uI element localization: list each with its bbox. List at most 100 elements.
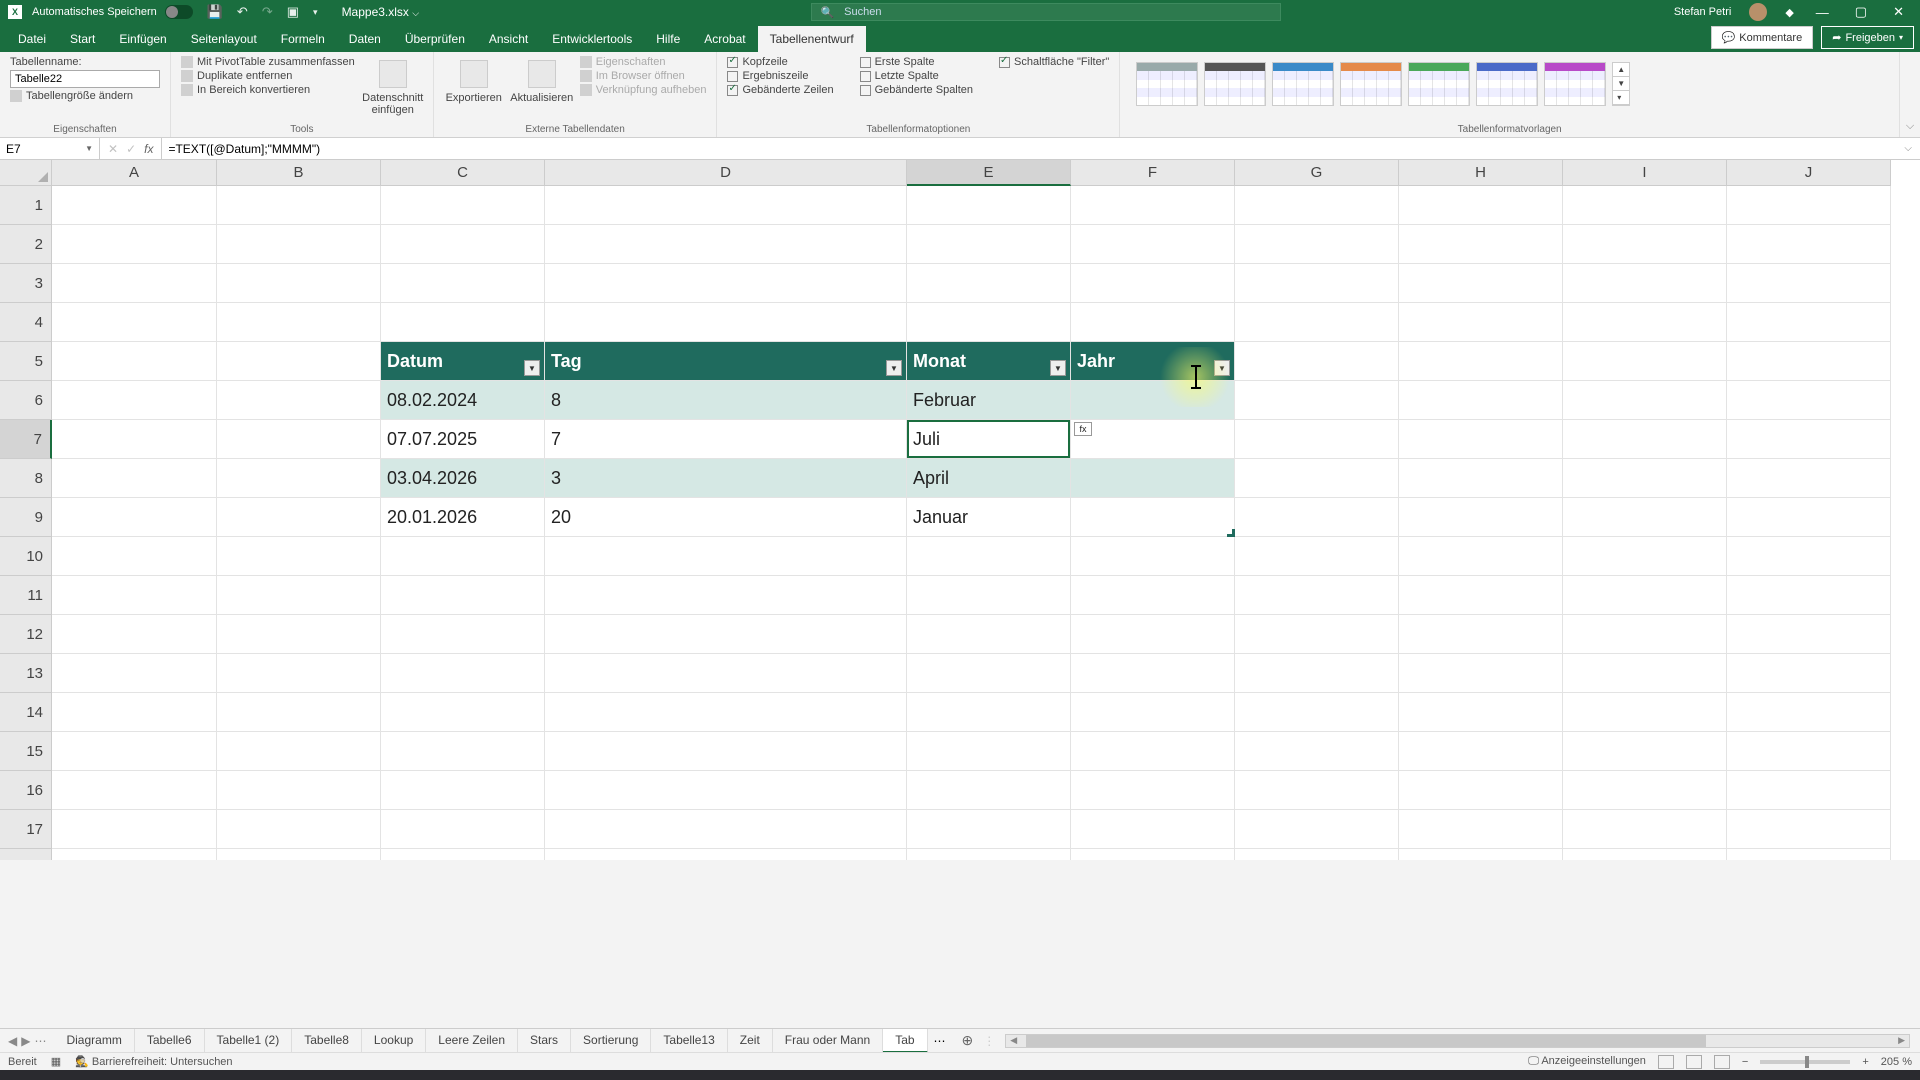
cell[interactable] — [1727, 771, 1891, 810]
ribbon-tab-entwicklertools[interactable]: Entwicklertools — [540, 26, 644, 52]
cell[interactable] — [907, 654, 1071, 693]
cell[interactable] — [1071, 225, 1235, 264]
cell[interactable] — [1727, 537, 1891, 576]
cell[interactable] — [1727, 849, 1891, 860]
cell[interactable] — [1399, 537, 1563, 576]
row-header[interactable]: 5 — [0, 342, 52, 381]
cell[interactable] — [1563, 576, 1727, 615]
cell[interactable] — [1071, 654, 1235, 693]
cell[interactable] — [1071, 186, 1235, 225]
scrollbar-thumb[interactable] — [1026, 1035, 1706, 1047]
cell[interactable] — [52, 498, 217, 537]
username-label[interactable]: Stefan Petri — [1674, 6, 1731, 18]
cell[interactable] — [1399, 615, 1563, 654]
row-header[interactable]: 2 — [0, 225, 52, 264]
cell[interactable]: April — [907, 459, 1071, 498]
cell[interactable] — [907, 264, 1071, 303]
cell[interactable] — [1563, 342, 1727, 381]
ribbon-tab-ansicht[interactable]: Ansicht — [477, 26, 540, 52]
sheet-tab[interactable]: Tabelle8 — [292, 1029, 362, 1053]
cell[interactable] — [381, 576, 545, 615]
table-styles-gallery[interactable]: ▲▼▾ — [1130, 56, 1636, 112]
cell[interactable] — [217, 303, 381, 342]
sheet-tab[interactable]: Sortierung — [571, 1029, 651, 1053]
first-col-check[interactable]: Erste Spalte — [860, 56, 973, 68]
cell[interactable] — [52, 420, 217, 459]
table-style-swatch[interactable] — [1476, 62, 1538, 106]
cell[interactable] — [1071, 615, 1235, 654]
cell[interactable] — [907, 186, 1071, 225]
cell[interactable] — [1235, 459, 1399, 498]
cell[interactable] — [217, 693, 381, 732]
sheet-tab[interactable]: Tabelle1 (2) — [205, 1029, 293, 1053]
row-header[interactable]: 17 — [0, 810, 52, 849]
cell[interactable] — [217, 654, 381, 693]
collapse-ribbon-button[interactable]: ⌵ — [1900, 52, 1920, 137]
cell[interactable] — [1563, 459, 1727, 498]
sheet-more-icon[interactable]: ⋯ — [928, 1034, 952, 1048]
display-settings-button[interactable]: 🖵 Anzeigeeinstellungen — [1528, 1055, 1646, 1068]
select-all-corner[interactable] — [0, 160, 52, 186]
cell[interactable]: 8 — [545, 381, 907, 420]
cell[interactable] — [1399, 576, 1563, 615]
filename-label[interactable]: Mappe3.xlsx ⌵ — [342, 5, 420, 19]
enter-formula-icon[interactable]: ✓ — [126, 142, 136, 156]
cell[interactable] — [1727, 381, 1891, 420]
cell[interactable]: Monat▼ — [907, 342, 1071, 381]
ribbon-tab-tabellenentwurf[interactable]: Tabellenentwurf — [758, 26, 866, 52]
cell[interactable] — [1071, 810, 1235, 849]
cell[interactable] — [52, 771, 217, 810]
row-header[interactable]: 16 — [0, 771, 52, 810]
cell[interactable] — [52, 303, 217, 342]
cell[interactable] — [1563, 615, 1727, 654]
cell[interactable] — [1235, 576, 1399, 615]
accessibility-status[interactable]: 🕵 Barrierefreiheit: Untersuchen — [75, 1055, 232, 1068]
cell[interactable] — [907, 732, 1071, 771]
sheet-tab[interactable]: Zeit — [728, 1029, 773, 1053]
page-layout-view-button[interactable] — [1686, 1055, 1702, 1069]
cell[interactable] — [1563, 771, 1727, 810]
cell[interactable] — [907, 576, 1071, 615]
cell[interactable] — [1727, 615, 1891, 654]
cell[interactable] — [1727, 420, 1891, 459]
cell[interactable] — [1071, 420, 1235, 459]
cell[interactable] — [52, 693, 217, 732]
comments-button[interactable]: 💬 Kommentare — [1711, 26, 1814, 49]
cell[interactable] — [1235, 303, 1399, 342]
normal-view-button[interactable] — [1658, 1055, 1674, 1069]
row-header[interactable]: 8 — [0, 459, 52, 498]
cell[interactable] — [381, 186, 545, 225]
remove-duplicates-button[interactable]: Duplikate entfernen — [181, 70, 355, 82]
cell[interactable] — [1727, 303, 1891, 342]
name-box[interactable]: E7▼ — [0, 138, 100, 159]
cell[interactable] — [381, 264, 545, 303]
cell[interactable] — [52, 732, 217, 771]
cell[interactable] — [1563, 381, 1727, 420]
sheet-tab[interactable]: Tab — [883, 1029, 927, 1053]
filter-dropdown-icon[interactable]: ▼ — [1214, 360, 1230, 376]
column-header[interactable]: A — [52, 160, 217, 186]
refresh-button[interactable]: Aktualisieren — [512, 56, 572, 104]
column-header[interactable]: C — [381, 160, 545, 186]
ribbon-tab-hilfe[interactable]: Hilfe — [644, 26, 692, 52]
cell[interactable] — [1727, 459, 1891, 498]
cell[interactable] — [1235, 849, 1399, 860]
sheet-tab[interactable]: Stars — [518, 1029, 571, 1053]
cell[interactable] — [217, 810, 381, 849]
column-header[interactable]: J — [1727, 160, 1891, 186]
cell[interactable] — [1071, 693, 1235, 732]
row-header[interactable]: 13 — [0, 654, 52, 693]
cell[interactable] — [1563, 693, 1727, 732]
row-header[interactable]: 6 — [0, 381, 52, 420]
cell[interactable] — [1727, 342, 1891, 381]
accessibility-icon[interactable]: ▦ — [51, 1055, 61, 1068]
sheet-tab[interactable]: Diagramm — [54, 1029, 134, 1053]
cell[interactable] — [1071, 771, 1235, 810]
cell[interactable] — [907, 303, 1071, 342]
cell[interactable] — [1399, 459, 1563, 498]
cell[interactable] — [1563, 225, 1727, 264]
cell[interactable] — [545, 615, 907, 654]
cell[interactable]: 08.02.2024 — [381, 381, 545, 420]
row-header[interactable]: 11 — [0, 576, 52, 615]
column-header[interactable]: E — [907, 160, 1071, 186]
